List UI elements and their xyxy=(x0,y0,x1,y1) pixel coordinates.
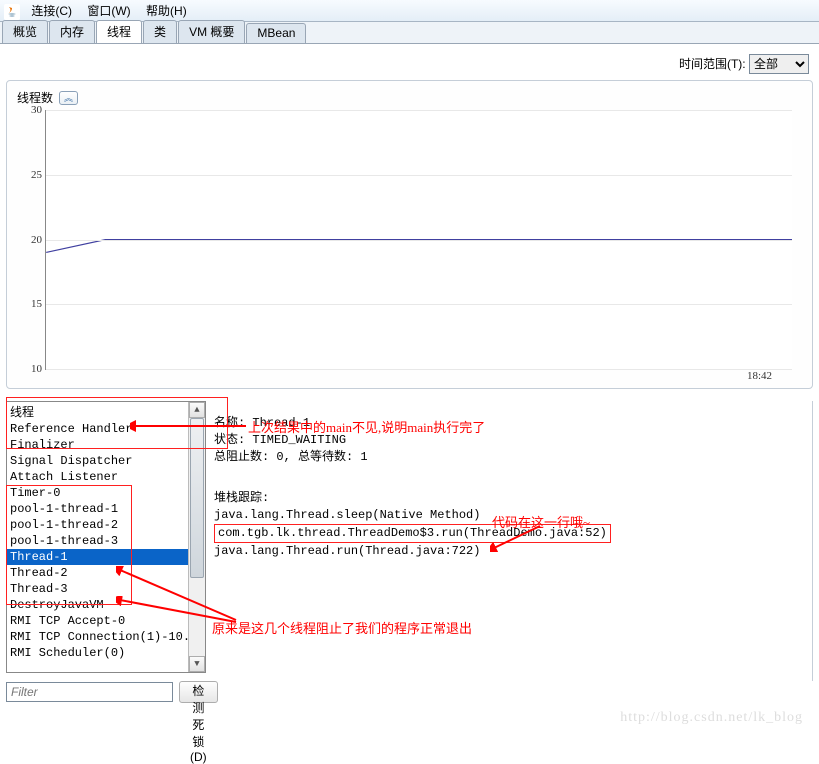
thread-row[interactable]: Signal Dispatcher xyxy=(7,453,205,469)
arrow-1 xyxy=(130,416,250,436)
y-tick: 30 xyxy=(31,104,46,116)
tab-threads[interactable]: 线程 xyxy=(96,20,142,43)
tab-memory[interactable]: 内存 xyxy=(49,20,95,43)
scroll-down-icon[interactable]: ▼ xyxy=(189,656,205,672)
trace-line-2: java.lang.Thread.run(Thread.java:722) xyxy=(214,544,480,558)
arrow-2 xyxy=(490,522,580,552)
menubar: 连接(C) 窗口(W) 帮助(H) xyxy=(0,0,819,22)
chart-collapse-icon[interactable]: ︽ xyxy=(59,91,78,105)
detail-state-value: TIMED_WAITING xyxy=(252,433,346,447)
chart-x-label: 18:42 xyxy=(17,370,802,382)
tab-overview[interactable]: 概览 xyxy=(2,20,48,43)
detail-name-value: Thread-1 xyxy=(252,416,310,430)
detail-block-label: 总阻止数: xyxy=(214,450,269,464)
tabbar: 概览 内存 线程 类 VM 概要 MBean xyxy=(0,22,819,44)
y-tick: 25 xyxy=(31,169,46,181)
trace-line-0: java.lang.Thread.sleep(Native Method) xyxy=(214,508,480,522)
filter-input[interactable] xyxy=(6,682,173,702)
chart-panel: 线程数 ︽ 1015202530 18:42 xyxy=(6,80,813,389)
thread-row[interactable]: Attach Listener xyxy=(7,469,205,485)
watermark: http://blog.csdn.net/lk_blog xyxy=(620,710,803,726)
java-icon xyxy=(4,4,20,20)
tab-vm-summary[interactable]: VM 概要 xyxy=(178,20,245,43)
anno-box-2 xyxy=(6,485,132,605)
arrow-4 xyxy=(116,596,246,632)
tab-mbean[interactable]: MBean xyxy=(246,23,306,43)
y-tick: 10 xyxy=(31,363,46,375)
timerange-label: 时间范围(T): xyxy=(679,57,746,71)
y-tick: 15 xyxy=(31,298,46,310)
y-tick: 20 xyxy=(31,234,46,246)
timerange-select[interactable]: 全部 xyxy=(749,54,809,74)
detail-wait-value: 1 xyxy=(360,450,367,464)
menu-connect[interactable]: 连接(C) xyxy=(25,0,78,22)
menu-help[interactable]: 帮助(H) xyxy=(140,0,193,22)
detect-deadlock-button[interactable]: 检测死锁 (D) xyxy=(179,681,218,703)
thread-chart: 1015202530 xyxy=(45,110,792,370)
timerange-row: 时间范围(T): 全部 xyxy=(0,44,819,74)
menu-window[interactable]: 窗口(W) xyxy=(81,0,136,22)
detail-wait-label: 总等待数: xyxy=(298,450,353,464)
thread-row[interactable]: RMI Scheduler(0) xyxy=(7,645,205,661)
tab-classes[interactable]: 类 xyxy=(143,20,177,43)
detail-trace-label: 堆栈跟踪: xyxy=(214,491,269,505)
bottom-split: 线程 Reference HandlerFinalizerSignal Disp… xyxy=(6,401,813,703)
detail-block-value: 0, xyxy=(276,450,290,464)
